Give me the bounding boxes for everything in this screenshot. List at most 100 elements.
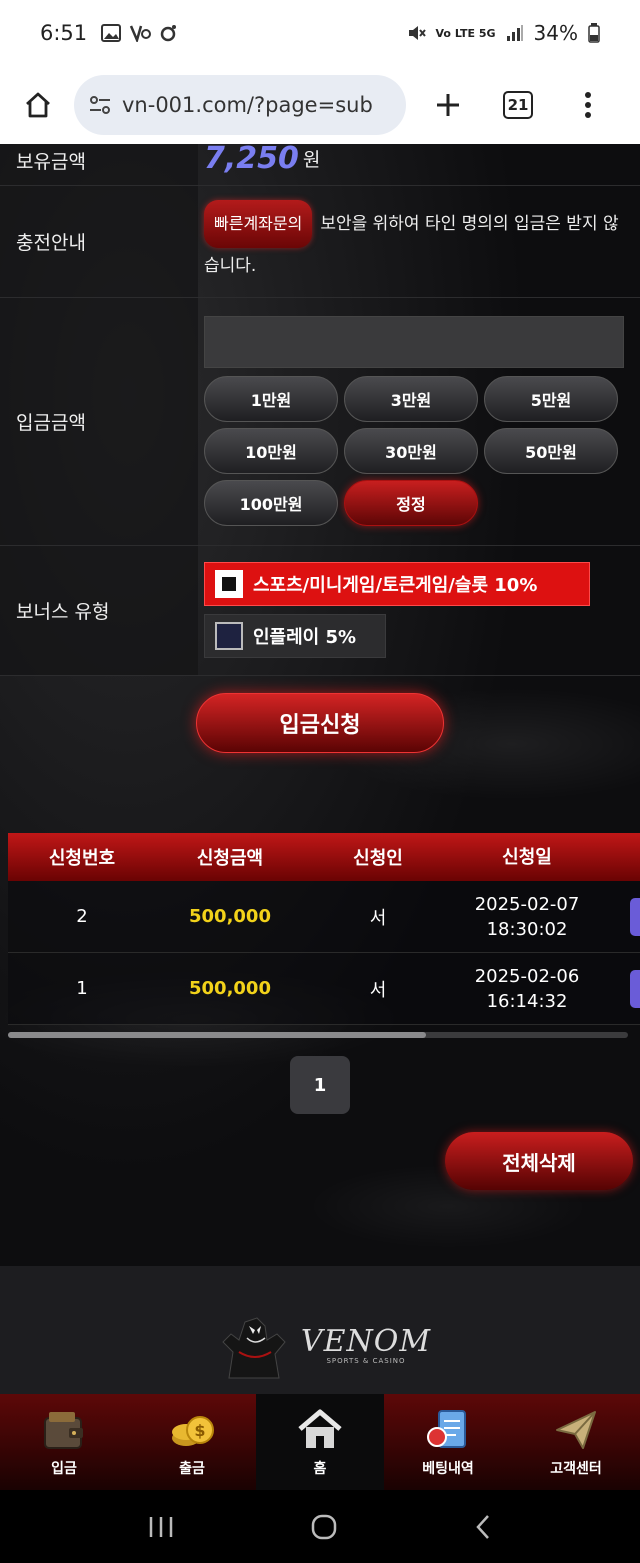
balance-row: 보유금액 7,250 원	[0, 144, 640, 186]
table-row: 2 500,000 서 2025-02-07 18:30:02	[8, 881, 640, 953]
wallet-icon	[44, 1412, 83, 1449]
request-no: 2	[76, 906, 88, 927]
amount-50man-button[interactable]: 50만원	[484, 428, 618, 474]
checkbox-checked-icon[interactable]	[215, 570, 243, 598]
request-amount: 500,000	[189, 906, 271, 927]
table-horizontal-scrollbar[interactable]	[8, 1032, 628, 1038]
nav-label: 베팅내역	[422, 1461, 474, 1477]
amount-row: 입금금액 1만원 3만원 5만원 10만원 30만원 50만원 100만원 정정	[0, 298, 640, 546]
bonus-option-label: 인플레이 5%	[253, 627, 357, 648]
bonus-option-sports[interactable]: 스포츠/미니게임/토큰게임/슬롯 10%	[204, 562, 590, 606]
column-header: 신청일	[502, 846, 552, 868]
home-circle-icon[interactable]	[310, 1513, 338, 1541]
paper-plane-icon	[556, 1411, 596, 1449]
amount-input[interactable]	[204, 316, 624, 368]
amount-10man-button[interactable]: 10만원	[204, 428, 338, 474]
amount-5man-button[interactable]: 5만원	[484, 376, 618, 422]
balance-unit: 원	[302, 149, 321, 171]
delete-all-button[interactable]: 전체삭제	[445, 1132, 633, 1190]
back-icon[interactable]	[473, 1513, 493, 1541]
nav-home[interactable]: 홈	[256, 1394, 384, 1490]
bottom-nav: 입금 $ 출금 홈 베팅내역 고객센터	[0, 1394, 640, 1490]
table-header: 신청번호 신청금액 신청인 신청일	[8, 833, 640, 881]
bet-history-icon	[427, 1410, 466, 1448]
url-text: vn-001.com/?page=sub	[122, 93, 373, 117]
amount-1man-button[interactable]: 1만원	[204, 376, 338, 422]
svg-text:$: $	[194, 1421, 205, 1440]
browser-menu-button[interactable]	[560, 77, 616, 133]
amount-30man-button[interactable]: 30만원	[344, 428, 478, 474]
request-date: 2025-02-06 16:14:32	[452, 964, 602, 1014]
nav-label: 입금	[51, 1461, 77, 1477]
row-action-button[interactable]	[630, 969, 640, 1008]
pagination-page-1[interactable]: 1	[290, 1056, 350, 1114]
amount-reset-button[interactable]: 정정	[344, 480, 478, 526]
guide-row: 충전안내 빠른계좌문의 보안을 위하여 타인 명의의 입금은 받지 않습니다.	[0, 186, 640, 298]
new-tab-button[interactable]	[420, 77, 476, 133]
table-row: 1 500,000 서 2025-02-06 16:14:32	[8, 953, 640, 1025]
column-header: 신청금액	[196, 848, 264, 869]
browser-home-button[interactable]	[16, 83, 60, 127]
site-settings-icon[interactable]	[88, 95, 112, 115]
amount-100man-button[interactable]: 100만원	[204, 480, 338, 526]
bonus-option-inplay[interactable]: 인플레이 5%	[204, 614, 386, 658]
battery-text: 34%	[533, 21, 578, 45]
bonus-label: 보너스 유형	[0, 546, 198, 675]
venom-logo: VENOM SPORTS & CASINO	[209, 1312, 431, 1380]
amount-label: 입금금액	[0, 298, 198, 545]
plus-icon	[437, 94, 459, 116]
tab-count: 21	[503, 91, 533, 119]
deposit-history-table: 신청번호 신청금액 신청인 신청일 2 500,000 서 2025-02-07…	[8, 833, 640, 1025]
tab-switcher-button[interactable]: 21	[490, 77, 546, 133]
request-no: 1	[76, 978, 88, 999]
threads-icon	[160, 25, 177, 42]
nav-label: 고객센터	[550, 1461, 602, 1477]
amount-3man-button[interactable]: 3만원	[344, 376, 478, 422]
request-amount: 500,000	[189, 978, 271, 999]
nav-bet-history[interactable]: 베팅내역	[384, 1394, 512, 1490]
status-time: 6:51	[40, 21, 88, 45]
coins-icon: $	[172, 1416, 214, 1446]
page-content: 보유금액 7,250 원 충전안내 빠른계좌문의 보안을 위하여 타인 명의의 입…	[0, 144, 640, 1394]
row-action-button[interactable]	[630, 897, 640, 936]
request-date-time: 18:30:02	[486, 918, 568, 940]
site-footer: VENOM SPORTS & CASINO	[0, 1266, 640, 1394]
status-bar: 6:51 Vo LTE 5G 34%	[0, 0, 640, 66]
column-header: 신청번호	[48, 848, 116, 869]
logo-text: VENOM	[300, 1324, 432, 1359]
balance-label: 보유금액	[0, 144, 198, 185]
signal-bars-icon	[506, 25, 523, 41]
image-icon	[101, 24, 122, 42]
deposit-submit-button[interactable]: 입금신청	[196, 693, 444, 753]
nav-label: 홈	[313, 1461, 327, 1477]
mute-icon	[408, 26, 426, 40]
nav-deposit[interactable]: 입금	[0, 1394, 128, 1490]
balance-value: 7,250	[204, 144, 299, 176]
more-vertical-icon	[585, 92, 591, 118]
nav-label: 출금	[179, 1461, 205, 1477]
guide-text-block: 빠른계좌문의 보안을 위하여 타인 명의의 입금은 받지 않습니다.	[204, 200, 632, 284]
venom-figure-icon	[222, 1317, 286, 1379]
nav-customer-center[interactable]: 고객센터	[512, 1394, 640, 1490]
home-icon	[298, 1409, 342, 1448]
amount-button-grid: 1만원 3만원 5만원 10만원 30만원 50만원 100만원 정정	[204, 376, 632, 526]
system-nav-bar	[0, 1490, 640, 1563]
rec-icon	[130, 25, 152, 42]
home-outline-icon	[26, 92, 50, 118]
bonus-option-label: 스포츠/미니게임/토큰게임/슬롯 10%	[253, 575, 538, 596]
request-date-time: 16:14:32	[486, 990, 568, 1012]
scrollbar-thumb[interactable]	[8, 1032, 426, 1038]
url-field[interactable]: vn-001.com/?page=sub	[74, 75, 406, 135]
recent-apps-icon[interactable]	[147, 1515, 175, 1539]
checkbox-unchecked-icon[interactable]	[215, 622, 243, 650]
quick-account-inquiry-button[interactable]: 빠른계좌문의	[204, 200, 313, 248]
requester: 서	[369, 907, 387, 929]
request-date-day: 2025-02-06	[474, 965, 580, 987]
column-header: 신청인	[353, 848, 403, 869]
requester: 서	[369, 979, 387, 1001]
battery-icon	[588, 23, 600, 43]
request-date-day: 2025-02-07	[474, 893, 580, 915]
bonus-row: 보너스 유형 스포츠/미니게임/토큰게임/슬롯 10% 인플레이 5%	[0, 546, 640, 676]
guide-label: 충전안내	[0, 186, 198, 297]
nav-withdraw[interactable]: $ 출금	[128, 1394, 256, 1490]
